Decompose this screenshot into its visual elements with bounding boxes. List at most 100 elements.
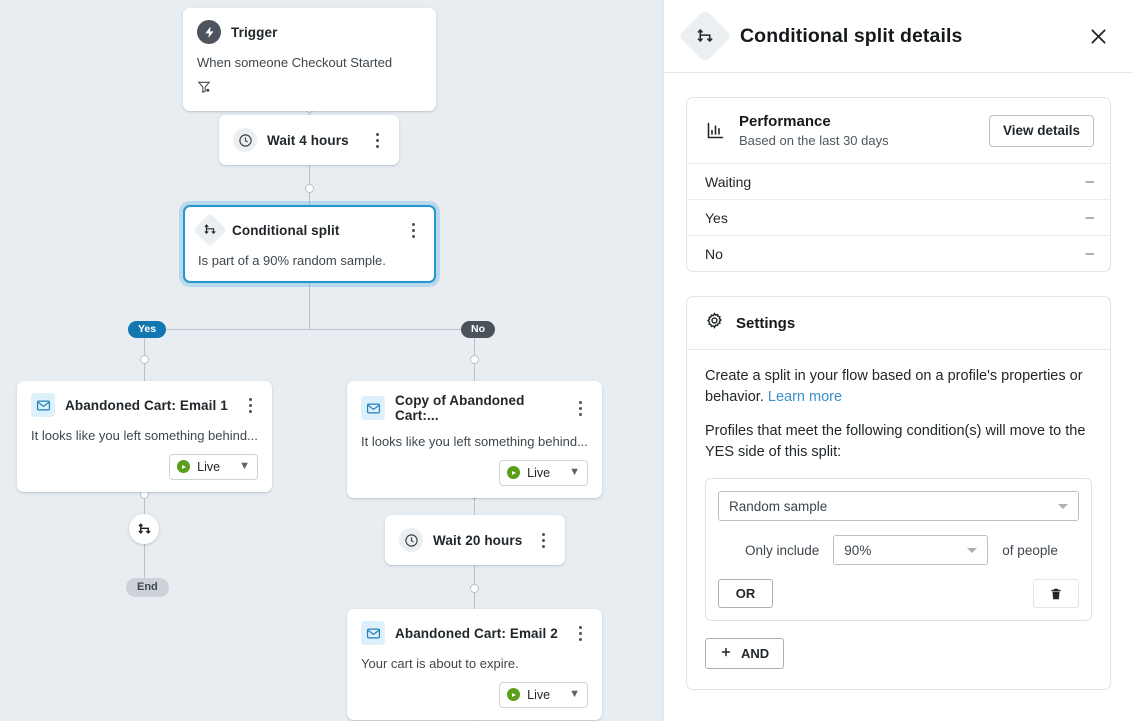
node-title: Abandoned Cart: Email 1 <box>65 397 228 413</box>
connector-branch-bar <box>144 329 475 330</box>
envelope-icon <box>361 621 385 645</box>
close-icon[interactable] <box>1083 21 1113 51</box>
connector-dot <box>140 355 149 364</box>
of-people-label: of people <box>1002 542 1058 558</box>
performance-subtitle: Based on the last 30 days <box>739 133 889 148</box>
condition-type-value: Random sample <box>729 498 828 514</box>
performance-section: Performance Based on the last 30 days Vi… <box>686 97 1111 272</box>
node-title: Abandoned Cart: Email 2 <box>395 625 558 641</box>
status-label: Live <box>527 465 551 480</box>
settings-title: Settings <box>736 314 796 332</box>
chevron-down-icon: ▼ <box>569 688 580 701</box>
metric-value: – <box>1085 173 1094 190</box>
node-menu-button[interactable] <box>573 399 588 417</box>
node-title: Wait 4 hours <box>267 132 349 148</box>
node-menu-button[interactable] <box>242 396 258 414</box>
envelope-icon <box>361 396 385 420</box>
condition-type-select[interactable]: Random sample <box>718 491 1079 522</box>
add-and-condition-button[interactable]: AND <box>705 638 785 670</box>
node-description: Your cart is about to expire. <box>361 656 519 671</box>
connector-dot <box>305 184 314 193</box>
bar-chart-icon <box>705 120 727 141</box>
metric-label: Waiting <box>705 173 752 190</box>
performance-text: Performance Based on the last 30 days <box>739 113 889 148</box>
metric-value: – <box>1085 245 1094 262</box>
chevron-down-icon <box>1058 503 1068 509</box>
metric-value: – <box>1085 209 1094 226</box>
branch-label-no: No <box>461 321 495 338</box>
flow-node-abandoned-cart-email-2[interactable]: Abandoned Cart: Email 2 Your cart is abo… <box>347 609 602 720</box>
node-header: Trigger <box>197 20 422 44</box>
panel-header: Conditional split details <box>664 0 1133 73</box>
status-badge-live[interactable]: Live ▼ <box>169 453 258 480</box>
node-menu-button[interactable] <box>535 531 551 549</box>
status-label: Live <box>527 687 551 702</box>
split-icon <box>678 9 732 63</box>
filter-icon <box>197 80 422 99</box>
clock-icon <box>233 128 257 152</box>
status-badge-live[interactable]: Live ▼ <box>499 681 588 708</box>
metric-label: Yes <box>705 209 728 226</box>
node-header: Copy of Abandoned Cart:... <box>361 393 588 423</box>
status-badge-live[interactable]: Live ▼ <box>499 459 588 486</box>
percent-select[interactable]: 90% <box>833 535 989 566</box>
flow-node-conditional-split[interactable]: Conditional split Is part of a 90% rando… <box>183 205 436 283</box>
flow-builder-screen: Trigger When someone Checkout Started Wa… <box>0 0 1133 721</box>
flow-node-wait-4-hours[interactable]: Wait 4 hours <box>219 115 399 165</box>
node-description: Is part of a 90% random sample. <box>198 253 386 268</box>
node-description: It looks like you left something behind.… <box>361 434 588 449</box>
trash-icon[interactable] <box>1033 579 1079 609</box>
node-header: Conditional split <box>193 213 421 247</box>
play-icon <box>177 460 191 474</box>
play-icon <box>507 688 521 702</box>
flow-node-wait-20-hours[interactable]: Wait 20 hours <box>385 515 565 565</box>
node-header: Wait 4 hours <box>233 128 385 152</box>
envelope-icon <box>31 393 55 417</box>
chevron-down-icon <box>967 547 978 553</box>
settings-description-text: Create a split in your flow based on a p… <box>705 368 1083 405</box>
view-details-button[interactable]: View details <box>988 114 1094 147</box>
node-title: Wait 20 hours <box>433 532 523 548</box>
node-description: When someone Checkout Started <box>197 55 393 70</box>
metric-row-waiting: Waiting – <box>687 163 1110 199</box>
node-header: Wait 20 hours <box>399 528 551 552</box>
node-title: Trigger <box>231 24 278 40</box>
and-label: AND <box>741 646 770 662</box>
flow-node-trigger[interactable]: Trigger When someone Checkout Started <box>183 8 436 111</box>
panel-body: Performance Based on the last 30 days Vi… <box>664 73 1133 691</box>
chevron-down-icon: ▼ <box>239 460 250 473</box>
node-title: Conditional split <box>232 222 340 238</box>
connector-dot <box>470 584 479 593</box>
connector-dot <box>470 355 479 364</box>
settings-header: Settings <box>687 297 1110 350</box>
node-status-row: Live ▼ <box>361 459 588 486</box>
play-icon <box>507 466 521 480</box>
flow-node-copy-of-abandoned-cart[interactable]: Copy of Abandoned Cart:... It looks like… <box>347 381 602 498</box>
status-label: Live <box>197 459 221 474</box>
metric-row-yes: Yes – <box>687 199 1110 235</box>
connector-split-down <box>309 278 310 330</box>
node-header: Abandoned Cart: Email 1 <box>31 393 258 417</box>
condition-actions: OR <box>718 579 1079 609</box>
only-include-label: Only include <box>745 542 820 558</box>
page-title: Conditional split details <box>740 24 963 47</box>
flow-canvas[interactable]: Trigger When someone Checkout Started Wa… <box>0 0 663 721</box>
flow-node-split-marker[interactable] <box>129 514 159 544</box>
node-title: Copy of Abandoned Cart:... <box>395 393 525 423</box>
percent-value: 90% <box>844 542 872 558</box>
metric-label: No <box>705 245 723 262</box>
learn-more-link[interactable]: Learn more <box>768 389 842 405</box>
node-status-row: Live ▼ <box>361 681 588 708</box>
node-header: Abandoned Cart: Email 2 <box>361 621 588 645</box>
node-menu-button[interactable] <box>572 624 588 642</box>
flow-node-abandoned-cart-email-1[interactable]: Abandoned Cart: Email 1 It looks like yo… <box>17 381 272 492</box>
clock-icon <box>399 528 423 552</box>
node-menu-button[interactable] <box>405 221 421 239</box>
plus-icon <box>720 646 732 661</box>
chevron-down-icon: ▼ <box>569 466 580 479</box>
details-panel: Conditional split details Performance Ba… <box>663 0 1133 721</box>
branch-label-yes: Yes <box>128 321 167 338</box>
settings-description: Create a split in your flow based on a p… <box>705 366 1092 407</box>
node-menu-button[interactable] <box>369 131 385 149</box>
or-button[interactable]: OR <box>718 579 773 609</box>
